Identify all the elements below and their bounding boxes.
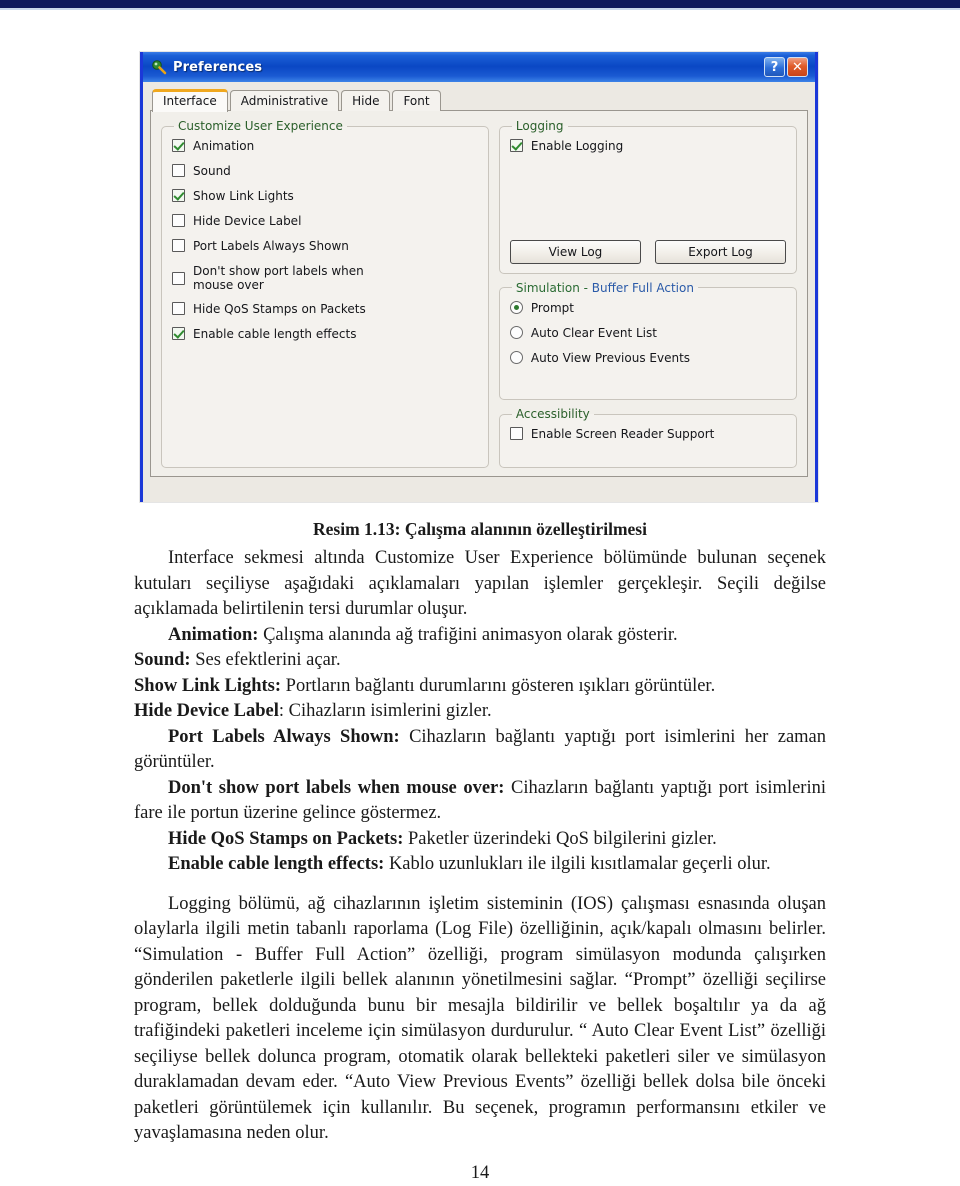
option-sound-label: Sound [193,164,231,178]
radio-prompt[interactable] [510,301,523,314]
close-button[interactable]: ✕ [787,57,808,77]
option-enable-cable-length-effects-label: Enable cable length effects [193,327,356,341]
preferences-dialog: Preferences ? ✕ Interface Administrative… [140,52,818,502]
option-auto-view-previous-events[interactable]: Auto View Previous Events [510,351,786,365]
option-enable-logging-label: Enable Logging [531,139,623,153]
option-prompt-label: Prompt [531,301,574,315]
option-port-labels-always-shown-label: Port Labels Always Shown [193,239,349,253]
checkbox-animation[interactable] [172,139,185,152]
interface-tab-panel: Customize User Experience Animation Soun… [150,111,808,477]
radio-auto-view-previous-events[interactable] [510,351,523,364]
option-hide-device-label[interactable]: Hide Device Label [172,214,478,228]
tab-font[interactable]: Font [392,90,440,111]
definition-dont-show-port-labels-term: Don't show port labels when mouse over: [168,778,504,798]
group-simulation-buffer-full-action: Simulation - Buffer Full Action Prompt A… [499,281,797,400]
checkbox-enable-screen-reader[interactable] [510,427,523,440]
definition-enable-cable-length-effects-term: Enable cable length effects: [168,854,384,874]
option-animation-label: Animation [193,139,254,153]
option-dont-show-port-labels-label: Don't show port labels when mouse over [193,264,364,292]
closing-paragraph: Logging bölümü, ağ cihazlarının işletim … [134,892,826,1147]
definition-show-link-lights-term: Show Link Lights: [134,676,281,696]
left-column: Customize User Experience Animation Soun… [161,119,489,468]
radio-auto-clear-event-list[interactable] [510,326,523,339]
text-column: Interface sekmesi altında Customize User… [134,546,826,1186]
dialog-title: Preferences [173,60,764,75]
option-sound[interactable]: Sound [172,164,478,178]
definition-port-labels-always-shown-term: Port Labels Always Shown: [168,727,400,747]
checkbox-enable-logging[interactable] [510,139,523,152]
group-customize-user-experience: Customize User Experience Animation Soun… [161,119,489,468]
right-column: Logging Enable Logging View Log Export L… [499,119,797,468]
checkbox-dont-show-port-labels[interactable] [172,272,185,285]
definition-hide-qos-stamps: Hide QoS Stamps on Packets: Paketler üze… [134,827,826,853]
definition-show-link-lights-text: Portların bağlantı durumlarını gösteren … [281,676,715,696]
group-simulation-legend: Simulation - Buffer Full Action [512,281,698,295]
option-hide-qos-stamps[interactable]: Hide QoS Stamps on Packets [172,302,478,316]
intro-paragraph: Interface sekmesi altında Customize User… [134,546,826,623]
definition-enable-cable-length-effects: Enable cable length effects: Kablo uzunl… [134,852,826,878]
option-auto-clear-event-list-label: Auto Clear Event List [531,326,657,340]
option-hide-qos-stamps-label: Hide QoS Stamps on Packets [193,302,366,316]
tab-hide[interactable]: Hide [341,90,390,111]
definition-hide-device-label-term: Hide Device Label [134,701,279,721]
group-customize-legend: Customize User Experience [174,119,347,133]
definition-dont-show-port-labels: Don't show port labels when mouse over: … [134,776,826,827]
option-prompt[interactable]: Prompt [510,301,786,315]
group-accessibility: Accessibility Enable Screen Reader Suppo… [499,407,797,468]
option-enable-cable-length-effects[interactable]: Enable cable length effects [172,327,478,341]
definition-animation-term: Animation: [168,625,258,645]
group-accessibility-legend: Accessibility [512,407,594,421]
option-animation[interactable]: Animation [172,139,478,153]
definition-sound-term: Sound: [134,650,191,670]
tab-interface[interactable]: Interface [152,89,228,112]
group-logging-legend: Logging [512,119,568,133]
definition-animation-text: Çalışma alanında ağ trafiğini animasyon … [258,625,677,645]
definition-hide-qos-stamps-term: Hide QoS Stamps on Packets: [168,829,403,849]
definition-animation: Animation: Çalışma alanında ağ trafiğini… [134,623,826,649]
page-number: 14 [134,1161,826,1186]
option-dont-show-port-labels[interactable]: Don't show port labels when mouse over [172,264,478,292]
view-log-button[interactable]: View Log [510,240,641,264]
checkbox-show-link-lights[interactable] [172,189,185,202]
definition-sound-text: Ses efektlerini açar. [191,650,341,670]
checkbox-enable-cable-length-effects[interactable] [172,327,185,340]
option-show-link-lights[interactable]: Show Link Lights [172,189,478,203]
help-button[interactable]: ? [764,57,785,77]
figure-caption: Resim 1.13: Çalışma alanının özelleştiri… [0,519,960,540]
checkbox-hide-device-label[interactable] [172,214,185,227]
definition-hide-device-label: Hide Device Label: Cihazların isimlerini… [134,699,826,725]
group-simulation-legend-prefix: Simulation - [516,281,592,295]
checkbox-sound[interactable] [172,164,185,177]
logging-button-row: View Log Export Log [510,240,786,264]
tab-strip: Interface Administrative Hide Font [150,88,808,111]
preferences-app-icon [151,59,167,75]
definition-port-labels-always-shown: Port Labels Always Shown: Cihazların bağ… [134,725,826,776]
definition-sound: Sound: Ses efektlerini açar. [134,648,826,674]
option-auto-view-previous-events-label: Auto View Previous Events [531,351,690,365]
group-logging: Logging Enable Logging View Log Export L… [499,119,797,274]
window-controls: ? ✕ [764,57,811,77]
dialog-client-area: Interface Administrative Hide Font Custo… [143,82,815,502]
definition-hide-qos-stamps-text: Paketler üzerindeki QoS bilgilerini gizl… [403,829,716,849]
option-show-link-lights-label: Show Link Lights [193,189,294,203]
document-body: Resim 1.13: Çalışma alanının özelleştiri… [0,505,960,1186]
definition-hide-device-label-text: : Cihazların isimlerini gizler. [279,701,492,721]
page-top-rule [0,0,960,10]
option-enable-screen-reader[interactable]: Enable Screen Reader Support [510,427,786,441]
option-port-labels-always-shown[interactable]: Port Labels Always Shown [172,239,478,253]
definition-enable-cable-length-effects-text: Kablo uzunlukları ile ilgili kısıtlamala… [384,854,770,874]
option-enable-logging[interactable]: Enable Logging [510,139,786,153]
tab-administrative[interactable]: Administrative [230,90,339,111]
checkbox-port-labels-always-shown[interactable] [172,239,185,252]
definition-show-link-lights: Show Link Lights: Portların bağlantı dur… [134,674,826,700]
checkbox-hide-qos-stamps[interactable] [172,302,185,315]
option-enable-screen-reader-label: Enable Screen Reader Support [531,427,714,441]
group-simulation-legend-suffix: Buffer Full Action [592,281,694,295]
dialog-titlebar[interactable]: Preferences ? ✕ [143,52,815,82]
option-hide-device-label-label: Hide Device Label [193,214,301,228]
option-auto-clear-event-list[interactable]: Auto Clear Event List [510,326,786,340]
export-log-button[interactable]: Export Log [655,240,786,264]
